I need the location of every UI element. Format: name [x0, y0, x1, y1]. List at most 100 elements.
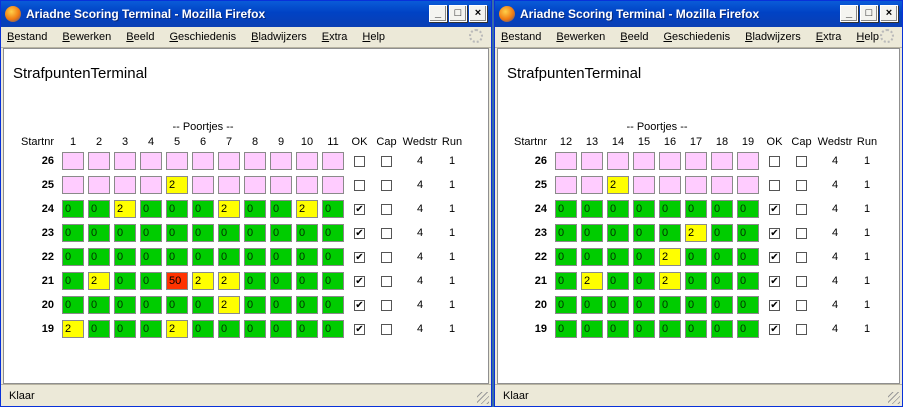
penalty-cell[interactable]: 0	[62, 272, 84, 290]
minimize-icon[interactable]: _	[429, 5, 447, 22]
cap-checkbox[interactable]	[381, 275, 392, 287]
penalty-cell[interactable]: 0	[555, 200, 577, 218]
penalty-cell[interactable]: 0	[244, 200, 266, 218]
penalty-cell[interactable]: 2	[607, 176, 629, 194]
penalty-cell[interactable]: 0	[607, 320, 629, 338]
cap-checkbox[interactable]	[796, 251, 807, 263]
penalty-cell[interactable]: 0	[140, 248, 162, 266]
penalty-cell[interactable]: 0	[322, 200, 344, 218]
maximize-icon[interactable]: □	[860, 5, 878, 22]
penalty-cell[interactable]: 0	[218, 248, 240, 266]
penalty-cell[interactable]	[296, 152, 318, 170]
penalty-cell[interactable]	[218, 152, 240, 170]
penalty-cell[interactable]	[192, 152, 214, 170]
penalty-cell[interactable]: 0	[192, 200, 214, 218]
penalty-cell[interactable]: 0	[685, 248, 707, 266]
menu-item[interactable]: Beeld	[620, 31, 648, 43]
penalty-cell[interactable]: 0	[737, 248, 759, 266]
penalty-cell[interactable]: 2	[296, 200, 318, 218]
penalty-cell[interactable]: 0	[114, 296, 136, 314]
close-icon[interactable]: ×	[880, 5, 898, 22]
penalty-cell[interactable]: 0	[685, 296, 707, 314]
penalty-cell[interactable]: 0	[62, 200, 84, 218]
penalty-cell[interactable]: 0	[711, 272, 733, 290]
penalty-cell[interactable]	[218, 176, 240, 194]
penalty-cell[interactable]: 0	[685, 320, 707, 338]
penalty-cell[interactable]: 0	[166, 296, 188, 314]
menu-item[interactable]: Bestand	[7, 31, 47, 43]
menu-item[interactable]: Extra	[816, 31, 842, 43]
ok-checkbox[interactable]: ✔	[769, 227, 780, 239]
penalty-cell[interactable]	[659, 176, 681, 194]
penalty-cell[interactable]: 0	[140, 224, 162, 242]
penalty-cell[interactable]: 0	[140, 200, 162, 218]
penalty-cell[interactable]	[581, 152, 603, 170]
ok-checkbox[interactable]: ✔	[769, 251, 780, 263]
penalty-cell[interactable]: 0	[633, 224, 655, 242]
maximize-icon[interactable]: □	[449, 5, 467, 22]
penalty-cell[interactable]: 0	[322, 224, 344, 242]
penalty-cell[interactable]	[114, 176, 136, 194]
penalty-cell[interactable]: 0	[114, 224, 136, 242]
penalty-cell[interactable]	[88, 176, 110, 194]
ok-checkbox[interactable]	[354, 179, 365, 191]
menu-item[interactable]: Bewerken	[556, 31, 605, 43]
penalty-cell[interactable]: 0	[88, 296, 110, 314]
penalty-cell[interactable]: 0	[322, 296, 344, 314]
menu-item[interactable]: Help	[856, 31, 879, 43]
penalty-cell[interactable]	[114, 152, 136, 170]
penalty-cell[interactable]: 0	[114, 248, 136, 266]
penalty-cell[interactable]: 2	[114, 200, 136, 218]
penalty-cell[interactable]: 0	[607, 200, 629, 218]
penalty-cell[interactable]: 0	[192, 320, 214, 338]
penalty-cell[interactable]: 0	[296, 320, 318, 338]
penalty-cell[interactable]: 0	[270, 200, 292, 218]
penalty-cell[interactable]: 0	[270, 296, 292, 314]
penalty-cell[interactable]: 0	[737, 200, 759, 218]
penalty-cell[interactable]: 0	[140, 272, 162, 290]
ok-checkbox[interactable]: ✔	[769, 275, 780, 287]
penalty-cell[interactable]	[140, 152, 162, 170]
penalty-cell[interactable]: 0	[555, 296, 577, 314]
penalty-cell[interactable]: 2	[659, 272, 681, 290]
penalty-cell[interactable]	[555, 176, 577, 194]
penalty-cell[interactable]: 0	[555, 320, 577, 338]
minimize-icon[interactable]: _	[840, 5, 858, 22]
penalty-cell[interactable]: 0	[62, 224, 84, 242]
penalty-cell[interactable]: 0	[244, 296, 266, 314]
penalty-cell[interactable]: 0	[633, 248, 655, 266]
penalty-cell[interactable]: 0	[218, 224, 240, 242]
penalty-cell[interactable]: 0	[607, 224, 629, 242]
penalty-cell[interactable]	[244, 152, 266, 170]
menu-item[interactable]: Bladwijzers	[251, 31, 307, 43]
penalty-cell[interactable]: 0	[711, 320, 733, 338]
penalty-cell[interactable]: 0	[581, 200, 603, 218]
penalty-cell[interactable]: 0	[140, 296, 162, 314]
ok-checkbox[interactable]	[769, 155, 780, 167]
penalty-cell[interactable]: 2	[218, 200, 240, 218]
penalty-cell[interactable]: 0	[659, 296, 681, 314]
penalty-cell[interactable]: 0	[711, 224, 733, 242]
title-bar[interactable]: Ariadne Scoring Terminal - Mozilla Firef…	[1, 1, 491, 27]
penalty-cell[interactable]	[62, 176, 84, 194]
cap-checkbox[interactable]	[796, 299, 807, 311]
cap-checkbox[interactable]	[796, 275, 807, 287]
ok-checkbox[interactable]: ✔	[354, 275, 365, 287]
penalty-cell[interactable]	[140, 176, 162, 194]
title-bar[interactable]: Ariadne Scoring Terminal - Mozilla Firef…	[495, 1, 902, 27]
penalty-cell[interactable]: 0	[244, 248, 266, 266]
penalty-cell[interactable]: 0	[581, 224, 603, 242]
penalty-cell[interactable]: 2	[62, 320, 84, 338]
penalty-cell[interactable]: 0	[581, 320, 603, 338]
penalty-cell[interactable]: 0	[192, 224, 214, 242]
penalty-cell[interactable]	[322, 152, 344, 170]
penalty-cell[interactable]: 0	[192, 248, 214, 266]
ok-checkbox[interactable]: ✔	[354, 323, 365, 335]
penalty-cell[interactable]: 0	[659, 320, 681, 338]
penalty-cell[interactable]: 0	[218, 320, 240, 338]
penalty-cell[interactable]: 0	[711, 200, 733, 218]
menu-item[interactable]: Geschiedenis	[663, 31, 730, 43]
ok-checkbox[interactable]	[769, 179, 780, 191]
penalty-cell[interactable]: 0	[270, 224, 292, 242]
penalty-cell[interactable]: 2	[659, 248, 681, 266]
